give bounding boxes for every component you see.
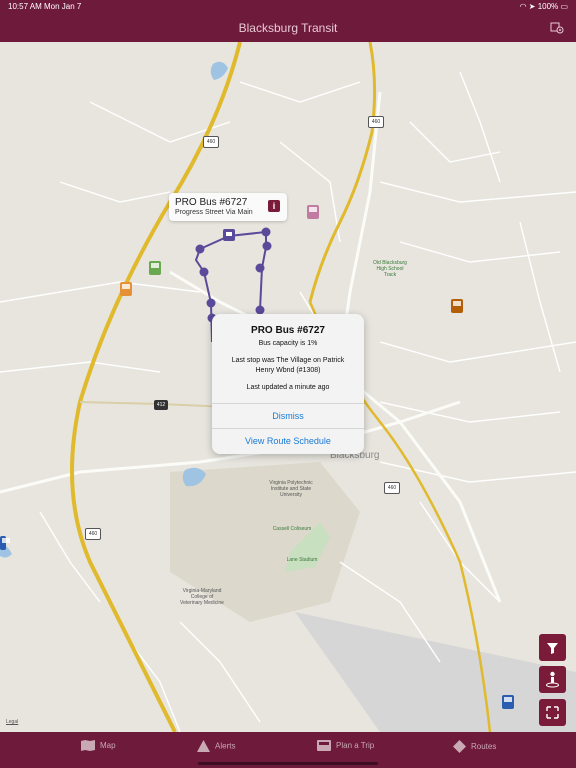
tab-routes[interactable]: Routes	[453, 740, 496, 754]
battery-icon: ▭	[560, 2, 568, 11]
app-title: Blacksburg Transit	[238, 21, 338, 35]
settings-gear-icon[interactable]	[550, 20, 564, 34]
alert-last-stop: Last stop was The Village on Patrick Hen…	[231, 357, 345, 374]
status-date: Mon Jan 7	[44, 2, 82, 11]
bus-marker-green[interactable]	[149, 261, 161, 275]
tab-plan-trip[interactable]: Plan a Trip	[317, 740, 374, 754]
location-arrow-icon: ➤	[528, 2, 536, 11]
status-time: 10:57 AM	[8, 2, 42, 11]
status-right: ◠ ➤ 100% ▭	[520, 2, 568, 11]
poi-virginia-tech: Virginia Polytechnic Institute and State…	[269, 480, 313, 498]
map-icon	[81, 740, 95, 751]
legal-link[interactable]: Legal	[6, 719, 18, 725]
highway-460-shield: 460	[203, 136, 219, 148]
bus-marker-pink[interactable]	[307, 205, 319, 219]
app-header: Blacksburg Transit	[0, 14, 576, 42]
callout-subtitle: Progress Street Via Main	[175, 209, 253, 216]
bus-marker-brown[interactable]	[451, 299, 463, 313]
status-bar: 10:57 AM Mon Jan 7 ◠ ➤ 100% ▭	[0, 0, 576, 14]
expand-button[interactable]	[539, 699, 566, 726]
home-indicator	[198, 762, 378, 765]
poi-lane-stadium: Lane Stadium	[286, 557, 318, 563]
tab-alerts-label: Alerts	[215, 741, 236, 751]
bus-marker-blue-edge[interactable]	[0, 536, 10, 550]
locate-button[interactable]	[539, 666, 566, 693]
filter-icon	[547, 643, 558, 654]
highway-460-shield: 460	[384, 482, 400, 494]
filter-button[interactable]	[539, 634, 566, 661]
bus-marker-orange[interactable]	[120, 282, 132, 296]
poi-cassell-coliseum: Cassell Coliseum	[272, 526, 312, 532]
alert-capacity: Bus capacity is 1%	[258, 340, 318, 347]
warning-icon	[197, 740, 210, 752]
tab-map[interactable]: Map	[81, 740, 116, 754]
tab-alerts[interactable]: Alerts	[197, 740, 235, 754]
poi-vet-med: Virginia-Maryland College of Veterinary …	[180, 588, 224, 606]
highway-460-shield: 460	[368, 116, 384, 128]
wifi-icon: ◠	[519, 2, 527, 11]
bus-callout[interactable]: PRO Bus #6727 Progress Street Via Main i	[169, 193, 287, 221]
dismiss-button[interactable]: Dismiss	[212, 403, 364, 429]
alert-title: PRO Bus #6727	[251, 325, 325, 336]
callout-title: PRO Bus #6727	[175, 197, 248, 208]
expand-icon	[546, 706, 559, 719]
route-412-shield: 412	[154, 400, 168, 410]
poi-high-school: Old Blacksburg High School Track	[373, 260, 407, 278]
tab-routes-label: Routes	[471, 742, 497, 751]
battery-percent: 100%	[537, 2, 559, 11]
view-route-schedule-button[interactable]: View Route Schedule	[212, 428, 364, 454]
alert-updated: Last updated a minute ago	[246, 384, 330, 391]
info-icon[interactable]: i	[268, 200, 280, 212]
trip-planner-icon	[317, 740, 331, 751]
bus-marker-blue[interactable]	[502, 695, 514, 709]
tab-plan-trip-label: Plan a Trip	[336, 741, 375, 750]
locate-person-icon	[546, 671, 559, 688]
tab-map-label: Map	[100, 741, 116, 750]
routes-sign-icon	[453, 740, 466, 753]
highway-460-shield: 460	[85, 528, 101, 540]
bus-info-alert: PRO Bus #6727 Bus capacity is 1% Last st…	[212, 314, 364, 454]
